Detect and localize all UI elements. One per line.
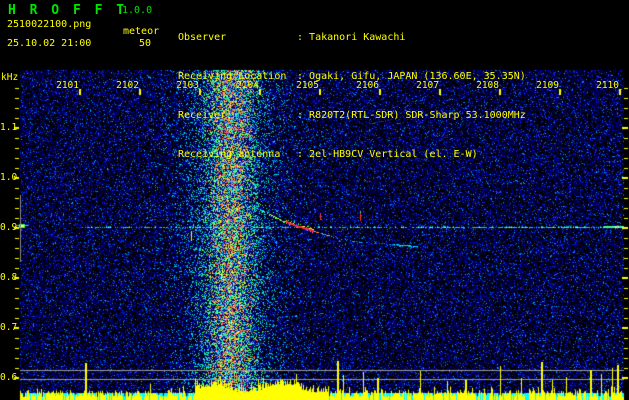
x-axis-tick-label: 2109 bbox=[536, 80, 559, 91]
x-axis-tick-label: 2104 bbox=[236, 80, 259, 91]
info-row-receiver: Receiver: R820T2(RTL-SDR) SDR-Sharp 53.1… bbox=[178, 110, 526, 121]
x-axis-tick-label: 2101 bbox=[56, 80, 79, 91]
hrofft-screen: H R O F F T 1.0.0 2510022100.png meteor … bbox=[0, 0, 629, 400]
x-axis-tick-label: 2107 bbox=[416, 80, 439, 91]
y-axis-tick-label: 1.1 bbox=[0, 122, 18, 133]
x-axis-tick-label: 2102 bbox=[116, 80, 139, 91]
y-axis-tick-label: 0.9 bbox=[0, 222, 18, 233]
x-axis-tick-label: 2106 bbox=[356, 80, 379, 91]
timestamp: 25.10.02 21:00 bbox=[7, 38, 92, 49]
y-axis-tick-label: 0.7 bbox=[0, 322, 18, 333]
x-axis-tick-label: 2110 bbox=[596, 80, 619, 91]
info-row-observer: Observer: Takanori Kawachi bbox=[178, 32, 406, 43]
app-title: H R O F F T bbox=[8, 3, 128, 18]
app-version: 1.0.0 bbox=[122, 5, 153, 16]
station-info: Observer: Takanori Kawachi Receiving Loc… bbox=[178, 5, 629, 160]
x-axis-tick-label: 2105 bbox=[296, 80, 319, 91]
y-axis-tick-label: 0.6 bbox=[0, 372, 18, 383]
parameter-value: 50 bbox=[139, 38, 152, 49]
output-filename: 2510022100.png bbox=[7, 19, 92, 30]
y-axis-unit: kHz bbox=[1, 72, 19, 83]
y-axis-tick-label: 1.0 bbox=[0, 172, 18, 183]
x-axis-tick-label: 2103 bbox=[176, 80, 199, 91]
x-axis-tick-label: 2108 bbox=[476, 80, 499, 91]
mode-label: meteor bbox=[123, 26, 160, 37]
info-row-antenna: Receiving antenna: 2el-HB9CV Vertical (e… bbox=[178, 149, 478, 160]
y-axis-tick-label: 0.8 bbox=[0, 272, 18, 283]
